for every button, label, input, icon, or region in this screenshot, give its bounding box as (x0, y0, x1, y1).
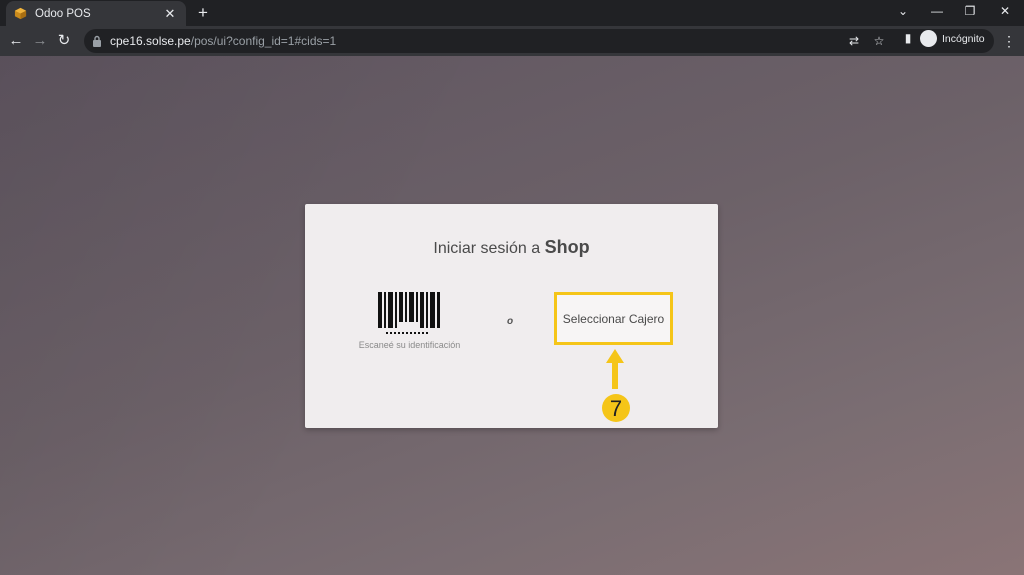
login-card: Iniciar sesión a Shop Escaneé su identif… (305, 204, 718, 428)
select-cashier-label: Seleccionar Cajero (562, 311, 665, 326)
tab-title: Odoo POS (35, 7, 91, 20)
url-path: /pos/ui?config_id=1#cids=1 (190, 34, 337, 48)
menu-kebab-icon[interactable]: ⋮ (1002, 31, 1016, 51)
lock-icon (93, 35, 101, 47)
tab-close-icon[interactable]: ✕ (162, 6, 178, 22)
incognito-icon (920, 30, 937, 47)
side-panel-icon[interactable]: ▮ (900, 30, 916, 46)
pos-page: Iniciar sesión a Shop Escaneé su identif… (0, 56, 1024, 575)
odoo-cube-icon (14, 7, 27, 20)
new-tab-button[interactable]: + (194, 3, 212, 23)
browser-toolbar: ← → ↻ cpe16.solse.pe/pos/ui?config_id=1#… (0, 26, 1024, 56)
url-text: cpe16.solse.pe/pos/ui?config_id=1#cids=1 (110, 34, 336, 48)
minimize-button[interactable]: — (922, 0, 952, 24)
tab-search-icon[interactable]: ⌄ (888, 0, 918, 24)
address-bar[interactable]: cpe16.solse.pe/pos/ui?config_id=1#cids=1… (84, 29, 994, 53)
incognito-indicator[interactable]: Incógnito (920, 30, 985, 47)
select-cashier-button[interactable]: Seleccionar Cajero (554, 292, 673, 345)
scan-id-label: Escaneé su identificación (358, 340, 461, 350)
step-number-badge: 7 (602, 394, 630, 422)
browser-tab[interactable]: Odoo POS ✕ (6, 1, 186, 26)
incognito-label: Incógnito (942, 32, 985, 45)
login-title-prefix: Iniciar sesión a (433, 240, 541, 257)
barcode-icon (378, 292, 440, 334)
reload-icon[interactable]: ↻ (54, 31, 74, 51)
translate-icon[interactable]: ⇄ (846, 33, 862, 49)
forward-arrow-icon[interactable]: → (30, 31, 50, 51)
login-title: Iniciar sesión a Shop (305, 237, 718, 258)
restore-button[interactable]: ❐ (955, 0, 985, 24)
bookmark-star-icon[interactable]: ☆ (871, 33, 887, 49)
url-host: cpe16.solse.pe (110, 34, 191, 48)
or-separator: o (507, 316, 514, 327)
close-window-button[interactable]: ✕ (990, 0, 1020, 24)
tab-strip: Odoo POS ✕ + ⌄ — ❐ ✕ (0, 0, 1024, 26)
back-arrow-icon[interactable]: ← (6, 31, 26, 51)
up-arrow-annotation-icon (606, 349, 624, 389)
shop-name: Shop (544, 237, 590, 257)
